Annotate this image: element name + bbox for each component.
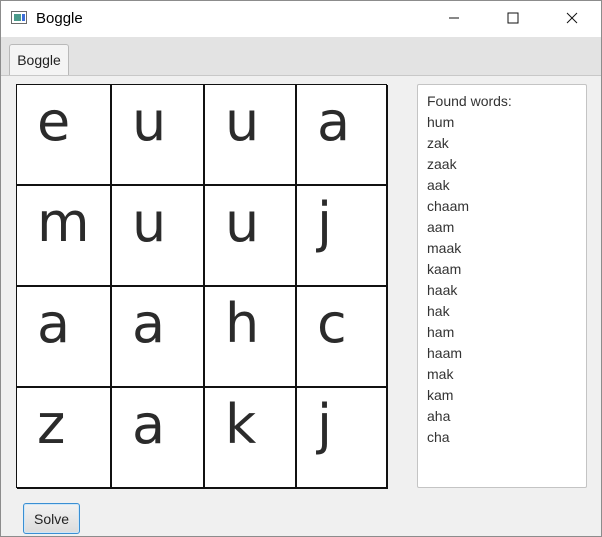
close-button[interactable] [549,1,595,35]
maximize-icon [507,12,519,24]
board-cell: m [17,186,112,287]
board-cell: a [17,287,112,388]
app-window-icon [11,11,27,24]
found-word-item: aak [427,177,450,193]
found-word-item: ham [427,324,455,340]
found-word-item: mak [427,366,454,382]
board-letter: j [317,393,333,456]
found-word-item: hum [427,114,455,130]
close-icon [566,12,578,24]
tab-boggle[interactable]: Boggle [9,44,69,75]
found-word-item: zaak [427,156,457,172]
board-cell: u [205,186,297,287]
found-word-item: aha [427,408,451,424]
board-cell: u [205,85,297,186]
found-word-item: chaam [427,198,470,214]
board-letter: u [132,90,167,153]
board-letter: u [132,191,167,254]
board-cell: j [297,186,388,287]
found-word-item: kaam [427,261,462,277]
found-word-item: cha [427,429,450,445]
board-letter: a [37,292,71,355]
solve-button[interactable]: Solve [23,503,80,534]
minimize-button[interactable] [431,1,477,35]
board-cell: u [112,186,205,287]
board-letter: j [317,191,333,254]
window-title: Boggle [36,10,83,27]
board-letter: k [225,393,257,456]
board-letter: a [132,292,166,355]
board-cell: a [297,85,388,186]
board-cell: z [17,388,112,489]
title-bar[interactable]: Boggle [1,1,601,37]
board-letter: h [225,292,260,355]
board-cell: c [297,287,388,388]
board-letter: a [132,393,166,456]
found-word-item: maak [427,240,462,256]
board-letter: u [225,191,260,254]
board-cell: k [205,388,297,489]
boggle-board: euuamuujaahczakj [16,84,388,489]
board-letter: e [37,90,71,153]
board-cell: e [17,85,112,186]
found-words-header: Found words: [427,93,512,109]
board-cell: a [112,287,205,388]
board-letter: u [225,90,260,153]
app-window: Boggle Boggle euuamuujaahczakj Found wor… [0,0,602,537]
found-words-list[interactable]: Found words: hum zak zaak aak chaam aam maak ka… [417,84,587,488]
found-word-item: haak [427,282,458,298]
board-letter: a [317,90,351,153]
found-word-item: zak [427,135,449,151]
board-cell: j [297,388,388,489]
found-word-item: haam [427,345,463,361]
board-letter: z [37,393,66,456]
found-word-item: kam [427,387,454,403]
board-cell: h [205,287,297,388]
tab-strip: Boggle [1,37,601,76]
maximize-button[interactable] [490,1,536,35]
board-letter: m [37,191,90,254]
found-word-item: hak [427,303,450,319]
found-word-item: aam [427,219,455,235]
board-letter: c [317,292,347,355]
minimize-icon [449,17,459,19]
board-cell: a [112,388,205,489]
board-cell: u [112,85,205,186]
